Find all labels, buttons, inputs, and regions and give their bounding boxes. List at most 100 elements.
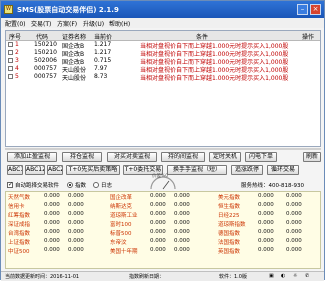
title-bar[interactable]: W SMS(股票自动交易伴侣) 2.1.9 – × bbox=[1, 1, 324, 18]
row-idx: 4 bbox=[15, 65, 19, 72]
menu-config[interactable]: 配置(0) bbox=[5, 19, 26, 28]
divider bbox=[5, 148, 321, 150]
col-idx[interactable]: 序号 bbox=[9, 32, 21, 41]
quote-row: 台湾指数 0.000 0.000 标普500 0.000 0.000 德国指数 … bbox=[6, 229, 320, 237]
row-checkbox[interactable] bbox=[8, 66, 13, 71]
quote-row: 天然气数 0.000 0.000 国企改革 0.000 0.000 美元指数 0… bbox=[6, 193, 320, 201]
settings-icon[interactable]: ☼ bbox=[293, 273, 297, 279]
quote-value: 0.000 bbox=[258, 247, 274, 253]
limit-chase-button[interactable]: 追涨跌停 bbox=[231, 165, 263, 175]
quote-change: 0.000 bbox=[68, 229, 84, 235]
quote-change: 0.000 bbox=[174, 202, 190, 208]
menu-plan[interactable]: 方案(F) bbox=[57, 19, 77, 28]
quote-name: 深证成指 bbox=[8, 222, 31, 228]
quote-name: 标普500 bbox=[110, 231, 132, 237]
quote-name: 英国指数 bbox=[218, 249, 241, 255]
monitor-icon[interactable]: ▣ bbox=[269, 273, 274, 279]
quote-name: 信用卡 bbox=[8, 204, 25, 210]
col-price[interactable]: 当前价 bbox=[94, 32, 112, 41]
quote-name: 中证500 bbox=[8, 249, 30, 255]
row-code: 150210 bbox=[34, 41, 57, 48]
quote-value: 0.000 bbox=[150, 247, 166, 253]
menu-trade[interactable]: 交易(T) bbox=[31, 19, 51, 28]
app-icon: W bbox=[4, 5, 13, 14]
minimize-button[interactable]: – bbox=[297, 4, 308, 15]
row-idx: 5 bbox=[15, 73, 19, 80]
quote-name: 纳斯达克 bbox=[110, 204, 133, 210]
row-checkbox[interactable] bbox=[8, 42, 13, 47]
service-phone: 服务热线：400-818-930 bbox=[241, 183, 304, 189]
quote-value: 0.000 bbox=[150, 211, 166, 217]
quote-name: 德国指数 bbox=[218, 231, 241, 237]
quote-name: 国企改革 bbox=[110, 195, 133, 201]
table-row[interactable]: 1 150210 国企改B 1.217 当相对盘视价自下而上穿越1.000元时提… bbox=[6, 41, 320, 50]
quote-value: 0.000 bbox=[258, 211, 274, 217]
abc2-button[interactable]: ABC2 bbox=[47, 165, 63, 175]
update-time: 当前数据更新时间：2016-11-01 bbox=[5, 274, 80, 280]
row-code: 502006 bbox=[34, 57, 57, 64]
quote-name: 道琼斯指数 bbox=[218, 222, 246, 228]
log-radio-label: 日志 bbox=[101, 183, 113, 189]
quote-change: 0.000 bbox=[68, 202, 84, 208]
quote-name: 日经225 bbox=[218, 213, 240, 219]
col-name[interactable]: 证券名称 bbox=[62, 32, 86, 41]
quote-name: 道琼斯工业 bbox=[110, 213, 138, 219]
index-radio[interactable] bbox=[67, 182, 73, 188]
close-button[interactable]: × bbox=[310, 4, 321, 15]
row-cond: 当相对盘视价自下而上穿越1.000元时提示买入1,000股 bbox=[140, 75, 289, 82]
quote-change: 0.000 bbox=[286, 211, 302, 217]
timed-shutdown-button[interactable]: 定时关机 bbox=[209, 152, 241, 162]
auto-trade-checkbox[interactable] bbox=[7, 181, 13, 188]
watch-table: 序号 代码 证券名称 当前价 条件 操作 1 150210 国企改B 1.217… bbox=[5, 30, 321, 147]
quote-change: 0.000 bbox=[174, 247, 190, 253]
abc1-button[interactable]: ABC1 bbox=[7, 165, 23, 175]
add-take-profit-button[interactable]: 添加止盈监视 bbox=[7, 152, 57, 162]
row-checkbox[interactable] bbox=[8, 58, 13, 63]
quote-name: 恒生指数 bbox=[218, 204, 241, 210]
refresh-button[interactable]: 刷新 bbox=[303, 152, 321, 162]
app-window: W SMS(股票自动交易伴侣) 2.1.9 – × 配置(0) 交易(T) 方案… bbox=[0, 0, 325, 281]
turnover-watch-button[interactable]: 换手手监视（短） bbox=[167, 165, 227, 175]
quote-value: 0.000 bbox=[44, 202, 60, 208]
loop-trade-button[interactable]: 循环交易 bbox=[267, 165, 299, 175]
contrast-icon[interactable]: ◐ bbox=[281, 273, 285, 279]
flash-order-button[interactable]: 闪电下单 bbox=[245, 152, 277, 162]
quote-value: 0.000 bbox=[44, 193, 60, 199]
quote-name: 富时100 bbox=[110, 222, 132, 228]
quote-row: 中证500 0.000 0.000 美国十年期 0.000 0.000 英国指数… bbox=[6, 247, 320, 255]
row-checkbox[interactable] bbox=[8, 74, 13, 79]
col-cond[interactable]: 条件 bbox=[196, 32, 208, 41]
row-checkbox[interactable] bbox=[8, 50, 13, 55]
col-action[interactable]: 操作 bbox=[302, 32, 314, 41]
quote-change: 0.000 bbox=[68, 247, 84, 253]
row-code: 000757 bbox=[34, 73, 57, 80]
quote-value: 0.000 bbox=[150, 238, 166, 244]
quotes-panel: 天然气数 0.000 0.000 国企改革 0.000 0.000 美元指数 0… bbox=[5, 191, 321, 269]
quote-value: 0.000 bbox=[44, 247, 60, 253]
table-row[interactable]: 2 150210 国企改B 1.217 当相对盘视价自下而上穿越1.000元时提… bbox=[6, 49, 320, 58]
phone-icon[interactable]: ✆ bbox=[305, 273, 309, 279]
col-code[interactable]: 代码 bbox=[36, 32, 48, 41]
gauge-label: 价差%0 bbox=[152, 174, 169, 179]
quote-change: 0.000 bbox=[68, 238, 84, 244]
pair-trade-watch-button[interactable]: 对买对卖监视 bbox=[107, 152, 157, 162]
t0-buy-first-button[interactable]: T+0先买后卖策略 bbox=[66, 165, 120, 175]
quote-value: 0.000 bbox=[44, 220, 60, 226]
table-row[interactable]: 4 000757 天山股份 7.97 当相对盘视价自下而上穿越1.000元时提示… bbox=[6, 65, 320, 74]
quote-value: 0.000 bbox=[44, 211, 60, 217]
quote-change: 0.000 bbox=[68, 211, 84, 217]
quote-name: 红筹指数 bbox=[8, 213, 31, 219]
abc12-button[interactable]: ABC12 bbox=[25, 165, 45, 175]
table-header: 序号 代码 证券名称 当前价 条件 操作 bbox=[6, 31, 320, 41]
auto-trade-label: 自动跑择交易软件 bbox=[15, 183, 60, 189]
log-radio[interactable] bbox=[93, 182, 99, 188]
menu-help[interactable]: 帮助(H) bbox=[109, 19, 130, 28]
interval-watch-button[interactable]: 持的间监视 bbox=[161, 152, 205, 162]
quote-change: 0.000 bbox=[174, 211, 190, 217]
menu-upgrade[interactable]: 升级(U) bbox=[83, 19, 104, 28]
table-row[interactable]: 3 502006 国企改B 0.715 当相对盘视价自上而下穿越1.000元时提… bbox=[6, 57, 320, 66]
row-idx: 3 bbox=[15, 57, 19, 64]
quote-name: 美元指数 bbox=[218, 195, 241, 201]
position-watch-button[interactable]: 持仓监视 bbox=[62, 152, 102, 162]
table-row[interactable]: 5 000757 天山股份 8.73 当相对盘视价自下而上穿越1.000元时提示… bbox=[6, 73, 320, 82]
